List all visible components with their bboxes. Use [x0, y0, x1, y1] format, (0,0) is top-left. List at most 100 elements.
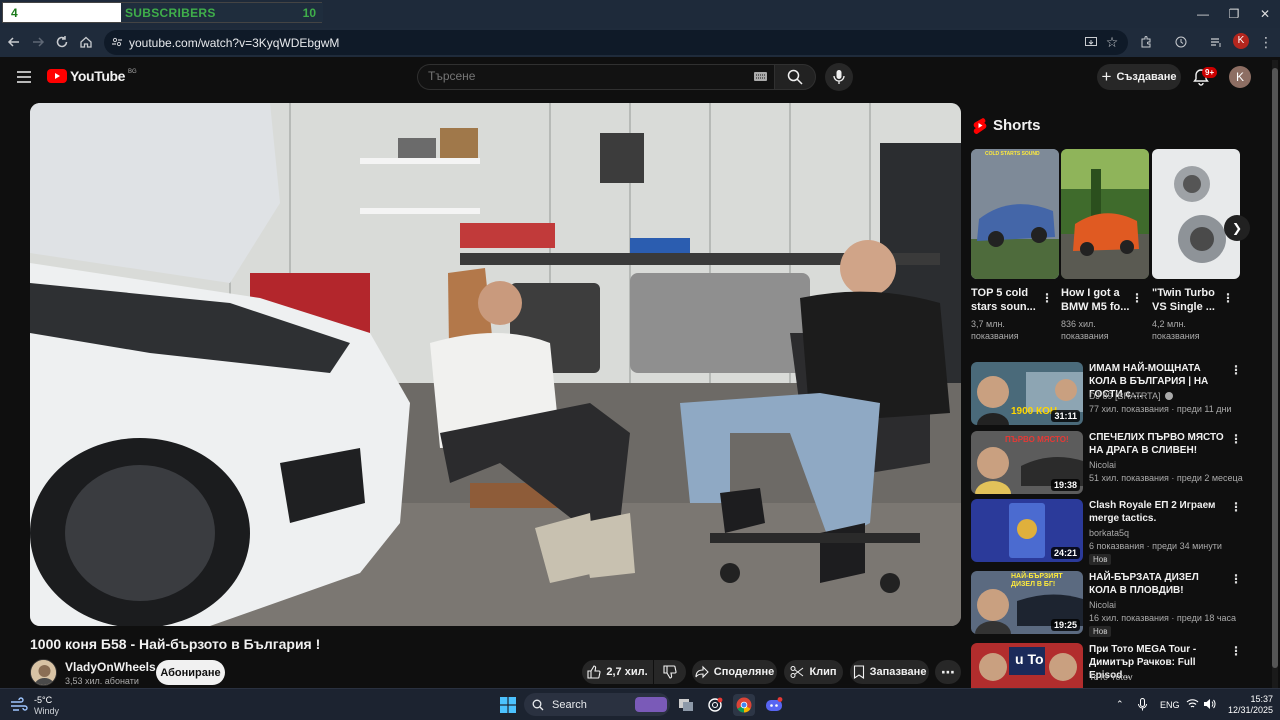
short-thumbnail[interactable]: COLD STARTS SOUND: [971, 149, 1059, 279]
taskbar-search-label: Search: [552, 698, 587, 711]
search-icon: [787, 69, 803, 85]
search-input[interactable]: [428, 69, 728, 83]
recommended-title[interactable]: Clash Royale ЕП 2 Играем merge tactics.: [1089, 499, 1229, 525]
voice-search-button[interactable]: [825, 63, 853, 91]
recommended-more-icon[interactable]: ⋮: [1230, 433, 1242, 445]
scrollbar-thumb[interactable]: [1272, 68, 1278, 668]
recommended-channel[interactable]: DJ 89 [BRATRTA]: [1089, 391, 1174, 401]
keyboard-icon[interactable]: [754, 72, 767, 81]
chrome-app-icon[interactable]: [733, 694, 755, 716]
save-label: Запазване: [869, 666, 927, 678]
account-avatar[interactable]: K: [1229, 66, 1251, 88]
forward-icon[interactable]: [28, 32, 48, 52]
recommended-channel[interactable]: Nicolai: [1089, 600, 1116, 610]
youtube-logo[interactable]: YouTube BG: [47, 68, 137, 84]
recommended-title[interactable]: СПЕЧЕЛИХ ПЪРВО МЯСТО НА ДРАГА В СЛИВЕН!: [1089, 431, 1229, 457]
video-thumbnail[interactable]: 24:21: [971, 499, 1083, 562]
search-highlight-icon: [635, 697, 667, 712]
verified-icon: [1165, 392, 1174, 400]
browser-profile-avatar[interactable]: K: [1233, 33, 1249, 49]
subscribe-button[interactable]: Абониране: [156, 660, 225, 685]
thumb-caption: НАЙ-БЪРЗИЯТ ДИЗЕЛ В БГ!: [1011, 573, 1063, 588]
short-more-icon[interactable]: ⋮: [1131, 292, 1143, 304]
weather-temperature[interactable]: -5°C: [34, 695, 52, 705]
more-horizontal-icon: ⋯: [941, 664, 955, 680]
video-player[interactable]: [30, 103, 961, 626]
extensions-icon[interactable]: [1136, 32, 1156, 52]
like-button[interactable]: 2,7 хил.: [582, 660, 653, 684]
weather-description[interactable]: Windy: [34, 706, 59, 716]
channel-name[interactable]: VladyOnWheels: [65, 660, 156, 674]
recommended-more-icon[interactable]: ⋮: [1230, 364, 1242, 376]
short-title[interactable]: TOP 5 cold stars soun...: [971, 286, 1046, 314]
discord-app-icon[interactable]: [763, 694, 785, 716]
back-icon[interactable]: [4, 32, 24, 52]
short-title[interactable]: "Twin Turbo VS Single ...: [1152, 286, 1227, 314]
recommended-more-icon[interactable]: ⋮: [1230, 573, 1242, 585]
video-thumbnail[interactable]: ПЪРВО МЯСТО! 19:38: [971, 431, 1083, 494]
taskbar-clock[interactable]: 15:37 12/31/2025: [1225, 694, 1273, 716]
tray-chevron-up-icon[interactable]: ⌃: [1116, 699, 1124, 710]
video-thumbnail[interactable]: u To: [971, 643, 1083, 688]
tray-microphone-icon[interactable]: [1138, 698, 1147, 711]
create-button[interactable]: + Създаване: [1097, 64, 1181, 90]
recommended-more-icon[interactable]: ⋮: [1230, 645, 1241, 657]
recommended-video[interactable]: НАЙ-БЪРЗИЯТ ДИЗЕЛ В БГ! 19:25 НАЙ-БЪРЗАТ…: [971, 571, 1242, 637]
install-app-icon[interactable]: [1081, 32, 1101, 52]
shorts-next-button[interactable]: ❯: [1224, 215, 1250, 241]
short-views: 3,7 млн. показвания: [971, 319, 1019, 341]
input-language[interactable]: ENG: [1160, 700, 1180, 710]
taskbar-search-icon: [532, 699, 544, 710]
create-label: Създаване: [1116, 71, 1177, 83]
save-button[interactable]: Запазване: [850, 660, 929, 684]
page-scrollbar[interactable]: [1272, 60, 1278, 688]
home-icon[interactable]: [76, 32, 96, 52]
counter-right-value: 10: [302, 6, 316, 20]
video-thumbnail[interactable]: НАЙ-БЪРЗИЯТ ДИЗЕЛ В БГ! 19:25: [971, 571, 1083, 634]
media-control-icon[interactable]: [1206, 32, 1226, 52]
recommended-channel[interactable]: Nicolai: [1089, 460, 1116, 470]
windows-start-icon[interactable]: [497, 694, 519, 716]
reload-icon[interactable]: [52, 32, 72, 52]
recommended-more-icon[interactable]: ⋮: [1230, 501, 1242, 513]
browser-menu-icon[interactable]: ⋮: [1256, 32, 1276, 52]
clip-button[interactable]: Клип: [784, 660, 843, 684]
plus-icon: +: [1101, 67, 1112, 86]
short-more-icon[interactable]: ⋮: [1041, 292, 1053, 304]
new-badge: Нов: [1089, 554, 1112, 565]
recommended-video[interactable]: 24:21 Clash Royale ЕП 2 Играем merge tac…: [971, 499, 1242, 565]
recommended-video[interactable]: u To При Тото MEGA Tour - Димитър Рачков…: [971, 643, 1241, 688]
recommended-channel[interactable]: borkata5q: [1089, 528, 1129, 538]
short-title[interactable]: How I got a BMW M5 fo...: [1061, 286, 1136, 314]
counter-label: SUBSCRIBERS: [125, 6, 216, 20]
recommended-channel[interactable]: ToTo Yotov: [1089, 672, 1133, 682]
chatgpt-app-icon[interactable]: [704, 694, 726, 716]
scissors-icon: [790, 666, 804, 678]
site-info-icon[interactable]: [111, 36, 123, 48]
address-bar[interactable]: youtube.com/watch?v=3KyqWDEbgwM: [104, 30, 1128, 55]
taskbar-search-box[interactable]: Search: [524, 693, 670, 716]
thumbs-down-icon: [663, 665, 677, 679]
volume-icon[interactable]: [1203, 698, 1216, 710]
dislike-button[interactable]: [654, 660, 686, 684]
hamburger-menu-icon[interactable]: [16, 70, 32, 84]
close-window-button[interactable]: ✕: [1247, 0, 1280, 28]
weather-widget-icon[interactable]: [10, 697, 28, 713]
share-button[interactable]: Споделяне: [692, 660, 777, 684]
recommended-video[interactable]: ПЪРВО МЯСТО! 19:38 СПЕЧЕЛИХ ПЪРВО МЯСТО …: [971, 431, 1243, 495]
bookmark-star-icon[interactable]: ☆: [1102, 32, 1122, 52]
short-thumbnail[interactable]: [1061, 149, 1149, 279]
recommended-meta: 77 хил. показвания · преди 11 дни: [1089, 404, 1232, 414]
channel-avatar[interactable]: [30, 659, 57, 686]
search-button[interactable]: [774, 64, 816, 90]
more-actions-button[interactable]: ⋯: [935, 660, 961, 684]
history-icon[interactable]: [1171, 32, 1191, 52]
recommended-video[interactable]: 1900 КОН 31:11 ИМАМ НАЙ-МОЩНАТА КОЛА В Б…: [971, 362, 1242, 426]
short-more-icon[interactable]: ⋮: [1222, 292, 1234, 304]
recommended-title[interactable]: НАЙ-БЪРЗАТА ДИЗЕЛ КОЛА В ПЛОВДИВ!: [1089, 571, 1229, 597]
short-thumbnail[interactable]: [1152, 149, 1240, 279]
search-box[interactable]: [417, 64, 774, 90]
task-view-icon[interactable]: [675, 694, 697, 716]
wifi-icon[interactable]: [1186, 698, 1199, 710]
video-thumbnail[interactable]: 1900 КОН 31:11: [971, 362, 1083, 425]
